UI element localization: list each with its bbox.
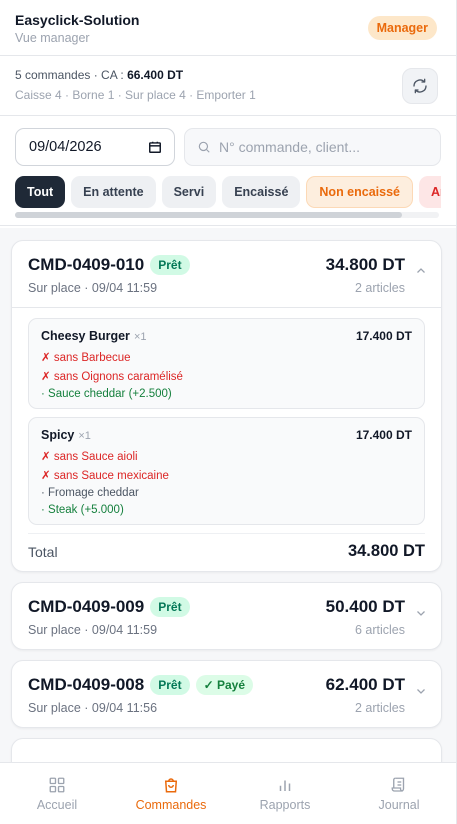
nav-label: Commandes [135,797,207,812]
summary-revenue: 66.400 DT [127,68,184,82]
nav-journal[interactable]: Journal [342,763,456,824]
order-meta: Sur place · 09/04 11:56 [28,701,158,715]
date-value: 09/04/2026 [29,139,102,155]
refresh-button[interactable] [402,68,438,104]
order-meta: Sur place · 09/04 11:59 [28,623,158,637]
order-total: 62.400 DT [325,675,405,694]
nav-accueil[interactable]: Accueil [0,763,114,824]
chips-scrollbar[interactable] [15,212,439,218]
search-icon [198,141,210,153]
item-modifier: · Sauce cheddar (+2.500) [41,388,172,400]
chevron-down-icon[interactable] [415,685,427,697]
status-badge: Prêt [150,255,190,275]
order-total: 34.800 DT [325,255,405,274]
chip-non-encaisse[interactable]: Non encaissé [306,176,413,208]
search-placeholder: N° commande, client... [219,139,360,155]
shopping-bag-icon [164,777,178,792]
order-total: 50.400 DT [325,597,405,616]
nav-rapports[interactable]: Rapports [228,763,342,824]
bottom-nav: Accueil Commandes Rapports Journal [0,762,456,824]
chevron-down-icon[interactable] [415,607,427,619]
order-header[interactable]: CMD-0409-010 Prêt Sur place · 09/04 11:5… [12,241,441,307]
summary-bar: 5 commandes · CA : 66.400 DT Caisse 4 · … [0,56,456,116]
status-badge: Prêt [150,597,190,617]
item-qty: ×1 [133,331,147,343]
dashboard-icon [49,777,65,792]
order-card[interactable]: CMD-0409-009 Prêt Sur place · 09/04 11:5… [11,582,442,650]
order-card[interactable] [11,738,442,762]
item-price: 17.400 DT [355,428,412,442]
item-modifier: · Fromage cheddar [41,487,139,499]
total-value: 34.800 DT [347,542,425,560]
chevron-up-icon[interactable] [415,265,427,277]
order-line-item: Spicy ×1 17.400 DT ✗ sans Sauce aioli ✗ s… [28,417,425,525]
summary-orders-label: 5 commandes · CA : [15,68,124,82]
order-header[interactable]: CMD-0409-009 Prêt Sur place · 09/04 11:5… [12,583,441,649]
status-filter-chips: Tout En attente Servi Encaissé Non encai… [15,176,441,208]
summary-orders: 5 commandes · CA : 66.400 DT [15,68,441,82]
item-modifier: ✗ sans Barbecue [41,352,131,364]
date-input[interactable]: 09/04/2026 [15,128,175,166]
app-subtitle: Vue manager [15,31,90,45]
nav-label: Accueil [36,797,78,812]
orders-list[interactable]: CMD-0409-010 Prêt Sur place · 09/04 11:5… [0,228,456,762]
item-name: Spicy [41,428,75,442]
order-id: CMD-0409-010 [28,255,145,274]
item-price: 17.400 DT [355,329,412,343]
item-qty: ×1 [78,430,91,442]
bar-chart-icon [279,780,291,791]
item-modifier: ✗ sans Oignons caramélisé [41,371,183,383]
scroll-icon [391,777,405,792]
item-modifier: · Steak (+5.000) [41,504,124,516]
item-modifier: ✗ sans Sauce mexicaine [41,470,169,482]
order-card[interactable]: CMD-0409-008 Prêt ✓ Payé Sur place · 09/… [11,660,442,728]
search-input[interactable]: N° commande, client... [184,128,441,166]
chip-servi[interactable]: Servi [161,176,217,208]
nav-label: Rapports [259,797,311,812]
header: Easyclick-Solution Vue manager Manager [0,0,456,56]
chip-tout[interactable]: Tout [15,176,66,208]
app-title: Easyclick-Solution [15,12,140,28]
item-name: Cheesy Burger [41,329,130,343]
chips-scrollbar-thumb[interactable] [15,212,402,218]
paid-badge: ✓ Payé [195,675,253,695]
order-id: CMD-0409-008 [28,675,145,694]
chip-en-attente[interactable]: En attente [71,176,156,208]
order-details: Cheesy Burger ×1 17.400 DT ✗ sans Barbecu… [12,307,441,571]
total-label: Total [28,543,58,560]
nav-commandes[interactable]: Commandes [114,763,228,824]
order-item-count: 2 articles [354,701,405,715]
filters: 09/04/2026 N° commande, client... Tout E… [0,116,456,226]
order-meta: Sur place · 09/04 11:59 [28,281,158,295]
order-card[interactable]: CMD-0409-010 Prêt Sur place · 09/04 11:5… [11,240,442,572]
role-badge: Manager [367,16,437,40]
refresh-icon [413,78,427,94]
status-badge: Prêt [150,675,190,695]
order-line-item: Cheesy Burger ×1 17.400 DT ✗ sans Barbecu… [28,318,425,409]
summary-breakdown: Caisse 4 · Borne 1 · Sur place 4 · Empor… [15,88,256,102]
order-item-count: 6 articles [354,623,405,637]
calendar-icon[interactable] [148,140,162,154]
chip-encaisse[interactable]: Encaissé [222,176,301,208]
item-modifier: ✗ sans Sauce aioli [41,451,138,463]
nav-label: Journal [378,797,420,812]
app: Easyclick-Solution Vue manager Manager 5… [0,0,457,824]
order-item-count: 2 articles [354,281,405,295]
order-header[interactable]: CMD-0409-008 Prêt ✓ Payé Sur place · 09/… [12,661,441,727]
order-total-row: Total 34.800 DT [28,533,425,571]
order-id: CMD-0409-009 [28,597,145,616]
chip-annule[interactable]: Ar [419,176,441,208]
